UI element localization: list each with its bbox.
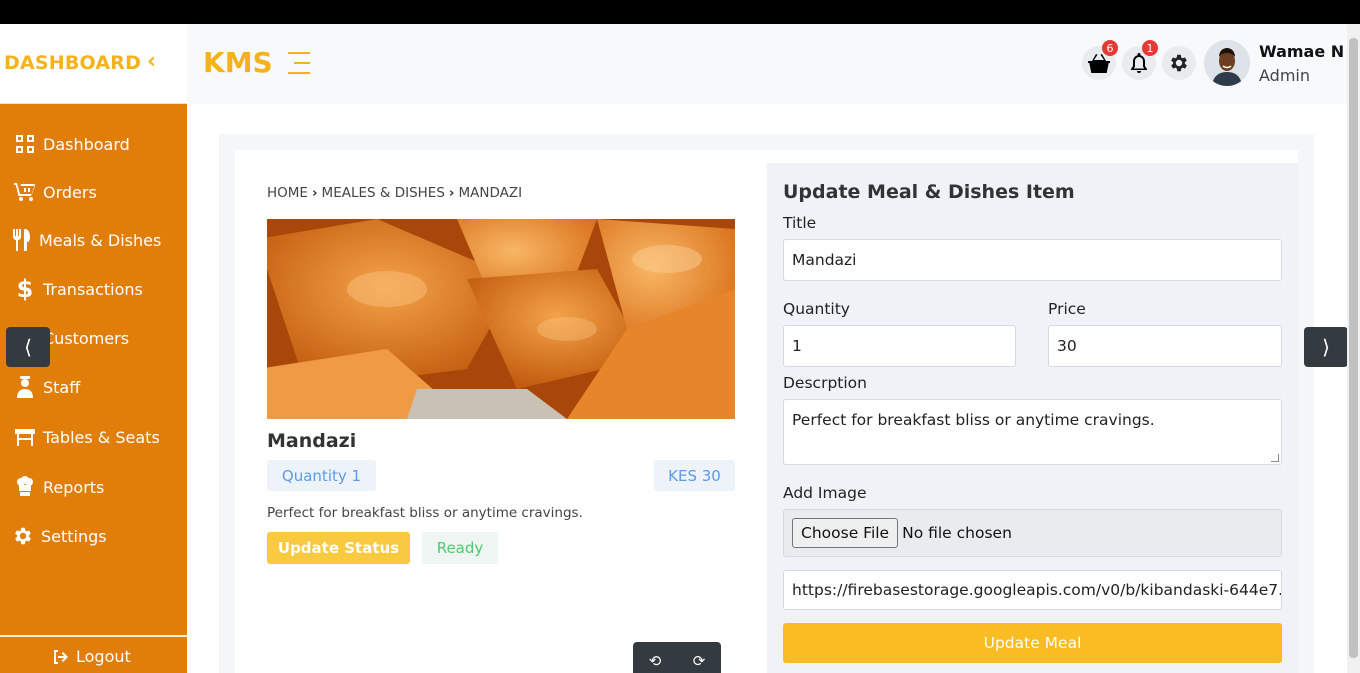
description-textarea[interactable]: Perfect for breakfast bliss or anytime c… xyxy=(783,399,1282,465)
price-label: Price xyxy=(1048,300,1086,318)
rotate-left-icon[interactable]: ⟲ xyxy=(649,652,662,670)
gear-icon xyxy=(1171,54,1187,72)
logout-button[interactable]: Logout xyxy=(52,647,131,666)
sidebar: Dashboard Orders Meals & Dishes $ Transa… xyxy=(0,104,187,673)
sidebar-item-meals[interactable]: Meals & Dishes xyxy=(10,226,161,254)
sidebar-item-staff[interactable]: Staff xyxy=(12,373,80,401)
page-scrollbar[interactable] xyxy=(1347,24,1360,673)
cart-count-badge: 6 xyxy=(1102,40,1118,56)
notification-count-badge: 1 xyxy=(1142,40,1158,56)
quantity-label: Quantity xyxy=(783,300,850,318)
breadcrumb: HOME › MEALES & DISHES › MANDAZI xyxy=(267,185,522,201)
description-value: Perfect for breakfast bliss or anytime c… xyxy=(792,411,1155,429)
title-label: Title xyxy=(783,214,817,232)
choose-file-button[interactable]: Choose File xyxy=(792,518,899,548)
avatar[interactable] xyxy=(1204,40,1250,86)
sidebar-item-dashboard[interactable]: Dashboard xyxy=(12,130,130,158)
price-chip: KES 30 xyxy=(654,460,735,491)
sidebar-item-orders[interactable]: Orders xyxy=(12,178,97,206)
chevron-right-icon: › xyxy=(311,185,318,201)
image-url-input[interactable]: https://firebasestorage.googleapis.com/v… xyxy=(783,570,1282,610)
sidebar-item-label: Settings xyxy=(41,526,107,546)
sidebar-item-label: Transactions xyxy=(43,279,143,299)
sidebar-item-label: Dashboard xyxy=(43,134,130,154)
sidebar-item-settings[interactable]: Settings xyxy=(10,522,107,550)
add-image-label: Add Image xyxy=(783,484,867,502)
sidebar-item-label: Orders xyxy=(43,182,97,202)
sidebar-item-label: Tables & Seats xyxy=(43,427,160,447)
update-meal-button[interactable]: Update Meal xyxy=(783,623,1282,663)
image-file-input[interactable]: Choose File No file chosen xyxy=(783,509,1282,557)
chevron-right-icon: › xyxy=(448,185,455,201)
sidebar-title: DASHBOARD xyxy=(4,52,142,74)
meal-description: Perfect for breakfast bliss or anytime c… xyxy=(267,505,583,521)
divider xyxy=(0,635,187,637)
staff-icon xyxy=(12,375,38,399)
top-header: KMS 6 1 Wamae N Admin xyxy=(187,24,1347,104)
form-heading: Update Meal & Dishes Item xyxy=(783,181,1075,203)
logout-icon xyxy=(54,649,68,664)
cart-icon xyxy=(12,180,38,204)
sidebar-item-label: Staff xyxy=(43,377,81,397)
user-role: Admin xyxy=(1259,66,1310,85)
browser-top-bar xyxy=(0,0,1360,24)
file-status-text: No file chosen xyxy=(902,524,1012,542)
sidebar-item-label: Customers xyxy=(43,328,130,348)
update-status-button[interactable]: Update Status xyxy=(267,532,410,564)
brand-logo: KMS xyxy=(203,46,273,79)
logout-label: Logout xyxy=(76,647,131,666)
sidebar-item-transactions[interactable]: $ Transactions xyxy=(12,275,143,303)
settings-button[interactable] xyxy=(1162,46,1196,80)
scrollbar-thumb[interactable] xyxy=(1349,38,1358,658)
meal-title: Mandazi xyxy=(267,430,357,452)
chef-icon xyxy=(12,475,38,499)
sidebar-item-label: Reports xyxy=(43,477,105,497)
chevron-left-icon: ⟨ xyxy=(24,335,32,359)
dollar-icon: $ xyxy=(16,275,34,303)
gear-icon xyxy=(10,524,36,548)
resize-handle[interactable] xyxy=(1271,454,1279,462)
chevron-left-icon[interactable]: ‹ xyxy=(147,49,156,74)
grid-icon xyxy=(12,132,38,156)
quantity-input[interactable]: 1 xyxy=(783,325,1016,367)
carousel-next-button[interactable]: ⟩ xyxy=(1304,327,1348,367)
title-input[interactable]: Mandazi xyxy=(783,239,1282,281)
user-name: Wamae N xyxy=(1259,42,1345,61)
breadcrumb-meals[interactable]: MEALES & DISHES xyxy=(322,185,445,201)
cart-button[interactable]: 6 xyxy=(1082,40,1118,80)
menu-toggle-icon[interactable] xyxy=(288,52,310,74)
chevron-right-icon: ⟩ xyxy=(1322,335,1330,359)
sidebar-item-reports[interactable]: Reports xyxy=(12,473,104,501)
quantity-chip: Quantity 1 xyxy=(267,460,376,491)
sidebar-item-label: Meals & Dishes xyxy=(39,230,162,250)
price-input[interactable]: 30 xyxy=(1048,325,1282,367)
table-icon xyxy=(12,425,38,449)
utensils-icon xyxy=(10,228,34,252)
breadcrumb-current: MANDAZI xyxy=(458,185,523,201)
status-badge: Ready xyxy=(422,532,498,564)
carousel-prev-button[interactable]: ⟨ xyxy=(6,327,50,367)
description-label: Descrption xyxy=(783,374,867,392)
sidebar-item-tables[interactable]: Tables & Seats xyxy=(12,423,160,451)
notifications-button[interactable]: 1 xyxy=(1122,40,1158,80)
image-rotate-toolbar: ⟲ ⟳ xyxy=(633,642,721,673)
breadcrumb-home[interactable]: HOME xyxy=(267,185,308,201)
meal-image xyxy=(267,219,735,419)
rotate-right-icon[interactable]: ⟳ xyxy=(693,652,706,670)
sidebar-header: DASHBOARD ‹ xyxy=(0,24,187,104)
